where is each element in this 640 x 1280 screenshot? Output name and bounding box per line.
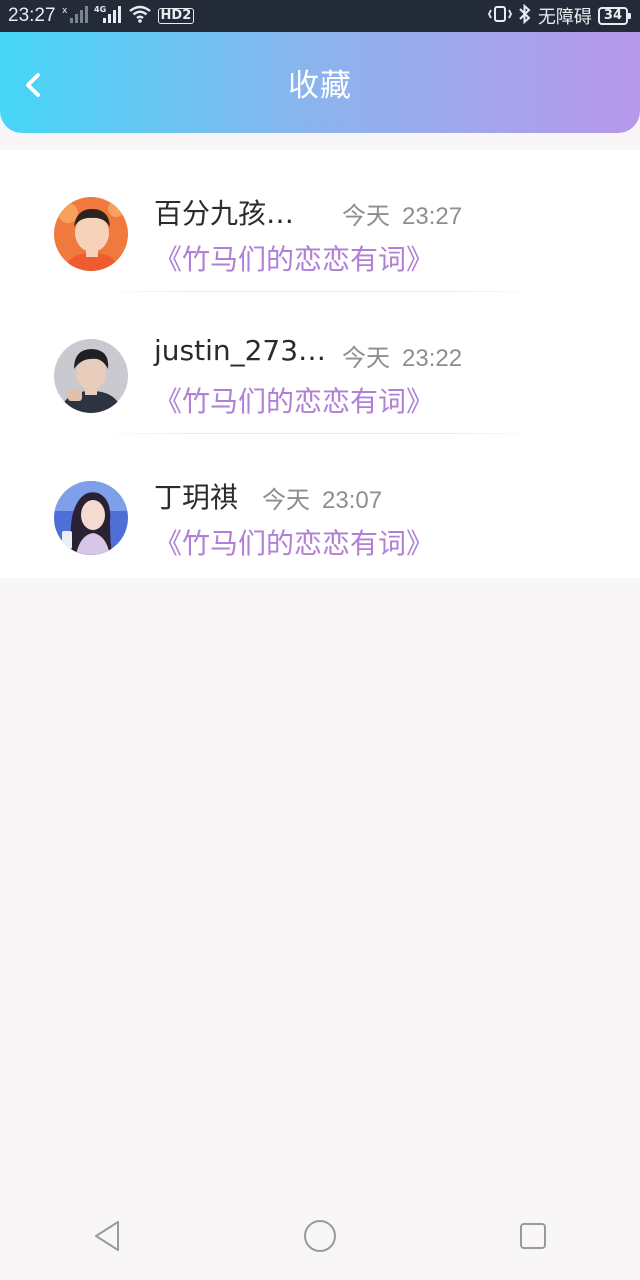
chevron-left-icon — [23, 71, 43, 103]
favorite-author-name: justin_273… — [154, 334, 327, 367]
system-nav-bar — [0, 1196, 640, 1280]
list-item[interactable]: 百分九孩… 今天 23:27 《竹马们的恋恋有词》 — [0, 150, 640, 292]
triangle-back-icon — [92, 1219, 122, 1257]
accessibility-text: 无障碍 — [537, 7, 592, 28]
svg-text:x: x — [62, 6, 68, 16]
lte-signal-icon: 4G — [94, 4, 122, 29]
avatar[interactable] — [54, 339, 128, 413]
favorite-timestamp: 今天 23:07 — [262, 487, 383, 514]
nav-back-button[interactable] — [77, 1208, 137, 1268]
battery-icon: 34 — [597, 7, 632, 25]
list-item[interactable]: 丁玥祺 今天 23:07 《竹马们的恋恋有词》 — [0, 434, 640, 576]
favorite-work-title[interactable]: 《竹马们的恋恋有词》 — [154, 522, 434, 562]
nav-home-button[interactable] — [290, 1208, 350, 1268]
favorite-timestamp: 今天 23:27 — [342, 203, 463, 230]
back-button[interactable] — [18, 72, 48, 102]
status-bar-right: 无障碍 34 — [487, 3, 632, 29]
status-time: 23:27 — [8, 5, 56, 26]
wifi-icon — [128, 4, 152, 29]
app-header: 收藏 — [0, 32, 640, 133]
hd-voice-icon: HD2 — [157, 8, 195, 24]
circle-home-icon — [303, 1219, 337, 1257]
nav-recents-button[interactable] — [503, 1208, 563, 1268]
svg-text:4G: 4G — [94, 5, 106, 14]
vibrate-icon — [487, 4, 512, 29]
square-recents-icon — [519, 1222, 547, 1254]
avatar[interactable] — [54, 197, 128, 271]
list-item[interactable]: justin_273… 今天 23:22 《竹马们的恋恋有词》 — [0, 292, 640, 434]
favorite-author-name: 丁玥祺 — [154, 481, 239, 514]
bluetooth-icon — [518, 3, 532, 29]
favorites-list: 百分九孩… 今天 23:27 《竹马们的恋恋有词》 justin_273… 今天 2… — [0, 150, 640, 578]
sim-signal-icon: x — [62, 4, 88, 29]
status-bar-left: 23:27 x 4G HD2 — [8, 4, 195, 29]
avatar[interactable] — [54, 481, 128, 555]
favorite-work-title[interactable]: 《竹马们的恋恋有词》 — [154, 380, 434, 420]
favorite-timestamp: 今天 23:22 — [342, 345, 463, 372]
favorite-work-title[interactable]: 《竹马们的恋恋有词》 — [154, 238, 434, 278]
favorite-author-name: 百分九孩… — [154, 197, 295, 230]
page-title: 收藏 — [288, 68, 352, 104]
status-bar: 23:27 x 4G HD2 无障碍 34 — [0, 0, 640, 32]
